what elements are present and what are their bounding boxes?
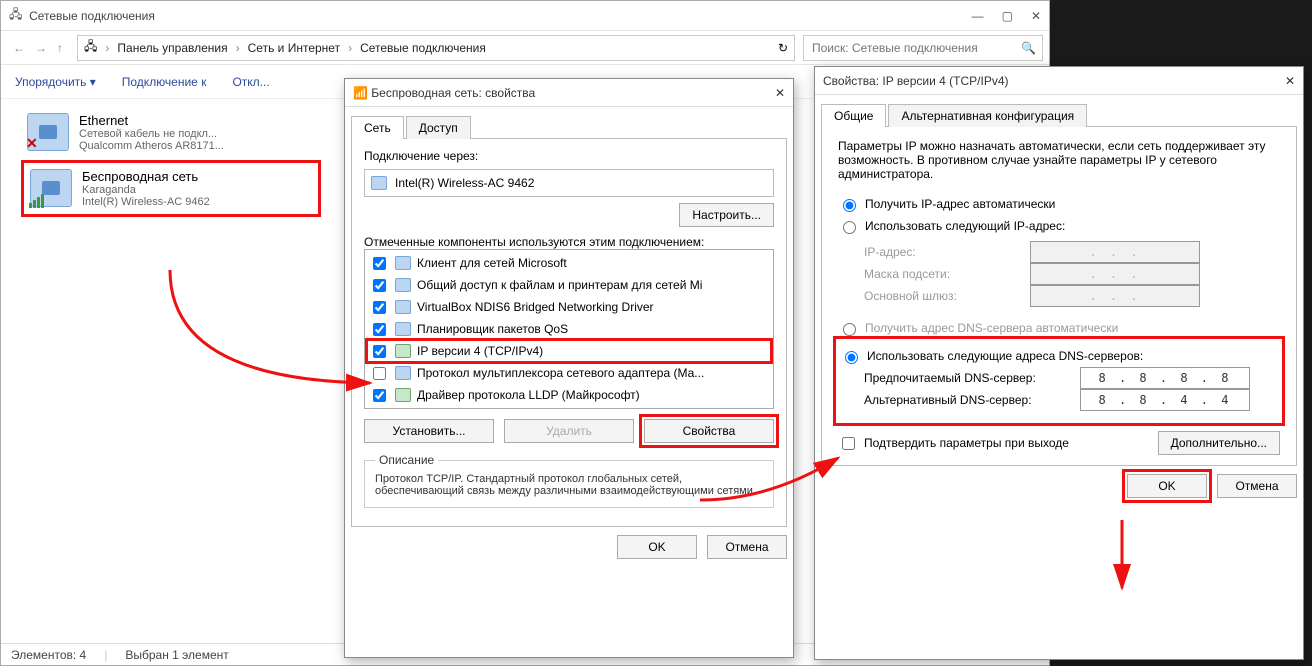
close-button[interactable]: ✕ bbox=[775, 86, 785, 100]
cancel-button[interactable]: Отмена bbox=[1217, 474, 1297, 498]
tab-content: Параметры IP можно назначать автоматичес… bbox=[821, 127, 1297, 466]
subnet-mask-label: Маска подсети: bbox=[864, 263, 1024, 285]
confirm-checkbox[interactable] bbox=[842, 437, 855, 450]
crumb-connections[interactable]: Сетевые подключения bbox=[360, 41, 486, 55]
dns-manual-radio[interactable] bbox=[845, 351, 858, 364]
properties-button[interactable]: Свойства bbox=[644, 419, 774, 443]
tab-bar: Сеть Доступ bbox=[351, 115, 787, 139]
connection-name: Беспроводная сеть bbox=[82, 169, 210, 184]
list-item-ipv4[interactable]: IP версии 4 (TCP/IPv4) bbox=[367, 340, 771, 362]
ethernet-icon: ✕ bbox=[27, 113, 69, 151]
connection-adapter: Intel(R) Wireless-AC 9462 bbox=[82, 196, 210, 208]
connection-name: Ethernet bbox=[79, 113, 224, 128]
close-button[interactable]: ✕ bbox=[1285, 74, 1295, 88]
list-item[interactable]: Протокол мультиплексора сетевого адаптер… bbox=[367, 362, 771, 384]
alt-dns-label: Альтернативный DNS-сервер: bbox=[864, 389, 1074, 411]
description-group: Описание Протокол TCP/IP. Стандартный пр… bbox=[364, 453, 774, 508]
breadcrumb[interactable]: 🖧 › Панель управления › Сеть и Интернет … bbox=[77, 35, 795, 61]
ip-address-field: . . . bbox=[1030, 241, 1200, 263]
search-box[interactable]: 🔍 bbox=[803, 35, 1043, 61]
dialog-title: Беспроводная сеть: свойства bbox=[371, 86, 535, 100]
tab-alternative[interactable]: Альтернативная конфигурация bbox=[888, 104, 1087, 127]
list-item[interactable]: VirtualBox NDIS6 Bridged Networking Driv… bbox=[367, 296, 771, 318]
item-count: Элементов: 4 bbox=[11, 648, 86, 662]
ip-address-label: IP-адрес: bbox=[864, 241, 1024, 263]
address-bar: ← → ↑ 🖧 › Панель управления › Сеть и Инт… bbox=[1, 31, 1049, 65]
list-item[interactable]: Планировщик пакетов QoS bbox=[367, 318, 771, 340]
crumb-network[interactable]: Сеть и Интернет bbox=[248, 41, 340, 55]
connection-ethernet[interactable]: ✕ Ethernet Сетевой кабель не подкл... Qu… bbox=[21, 107, 321, 158]
list-item[interactable]: Общий доступ к файлам и принтерам для се… bbox=[367, 274, 771, 296]
crumb-control-panel[interactable]: Панель управления bbox=[117, 41, 227, 55]
organize-menu[interactable]: Упорядочить ▾ bbox=[15, 75, 96, 89]
minimize-button[interactable]: — bbox=[972, 9, 984, 23]
explorer-titlebar: 🖧 Сетевые подключения — ▢ ✕ bbox=[1, 1, 1049, 31]
dns-auto-radio[interactable] bbox=[843, 323, 856, 336]
adapter-name: Intel(R) Wireless-AC 9462 bbox=[395, 176, 534, 190]
dialog-titlebar: 📶 Беспроводная сеть: свойства ✕ bbox=[345, 79, 793, 107]
ip-auto-radio[interactable] bbox=[843, 199, 856, 212]
advanced-button[interactable]: Дополнительно... bbox=[1158, 431, 1280, 455]
ok-button[interactable]: OK bbox=[1127, 474, 1207, 498]
subnet-mask-field: . . . bbox=[1030, 263, 1200, 285]
dialog-title: Свойства: IP версии 4 (TCP/IPv4) bbox=[823, 74, 1009, 88]
connection-wireless[interactable]: Беспроводная сеть Karaganda Intel(R) Wir… bbox=[21, 160, 321, 217]
ok-button[interactable]: OK bbox=[617, 535, 697, 559]
tab-content: Подключение через: Intel(R) Wireless-AC … bbox=[351, 139, 787, 527]
gateway-label: Основной шлюз: bbox=[864, 285, 1024, 307]
tab-bar: Общие Альтернативная конфигурация bbox=[821, 103, 1297, 127]
connect-menu[interactable]: Подключение к bbox=[122, 75, 207, 89]
ipv4-properties-dialog: Свойства: IP версии 4 (TCP/IPv4) ✕ Общие… bbox=[814, 66, 1304, 660]
cancel-button[interactable]: Отмена bbox=[707, 535, 787, 559]
ip-manual-radio[interactable] bbox=[843, 221, 856, 234]
network-icon: 🖧 bbox=[9, 5, 29, 26]
dialog-titlebar: Свойства: IP версии 4 (TCP/IPv4) ✕ bbox=[815, 67, 1303, 95]
tab-network[interactable]: Сеть bbox=[351, 116, 404, 139]
gateway-field: . . . bbox=[1030, 285, 1200, 307]
list-item[interactable]: Драйвер протокола LLDP (Майкрософт) bbox=[367, 384, 771, 406]
components-list[interactable]: Клиент для сетей Microsoft Общий доступ … bbox=[364, 249, 774, 409]
description-label: Описание bbox=[375, 453, 438, 467]
wifi-icon: 📶 bbox=[353, 86, 371, 100]
adapter-box: Intel(R) Wireless-AC 9462 bbox=[364, 169, 774, 197]
remove-button[interactable]: Удалить bbox=[504, 419, 634, 443]
disable-menu[interactable]: Откл... bbox=[232, 75, 269, 89]
wireless-properties-dialog: 📶 Беспроводная сеть: свойства ✕ Сеть Дос… bbox=[344, 78, 794, 658]
maximize-button[interactable]: ▢ bbox=[1002, 9, 1013, 23]
refresh-button[interactable]: ↻ bbox=[778, 41, 788, 55]
configure-button[interactable]: Настроить... bbox=[679, 203, 774, 227]
pref-dns-label: Предпочитаемый DNS-сервер: bbox=[864, 367, 1074, 389]
back-button[interactable]: ← bbox=[13, 41, 25, 55]
connection-adapter: Qualcomm Atheros AR8171... bbox=[79, 140, 224, 152]
tab-general[interactable]: Общие bbox=[821, 104, 886, 127]
components-label: Отмеченные компоненты используются этим … bbox=[364, 235, 774, 249]
up-button[interactable]: ↑ bbox=[57, 41, 63, 55]
network-icon: 🖧 bbox=[84, 37, 97, 58]
dns-manual-group: Использовать следующие адреса DNS-сервер… bbox=[838, 341, 1280, 421]
search-input[interactable] bbox=[810, 40, 1021, 56]
close-button[interactable]: ✕ bbox=[1031, 9, 1041, 23]
connection-status: Сетевой кабель не подкл... bbox=[79, 128, 224, 140]
install-button[interactable]: Установить... bbox=[364, 419, 494, 443]
wifi-icon bbox=[30, 169, 72, 207]
description-text: Протокол TCP/IP. Стандартный протокол гл… bbox=[375, 473, 763, 497]
confirm-label: Подтвердить параметры при выходе bbox=[864, 432, 1069, 454]
connection-ssid: Karaganda bbox=[82, 184, 210, 196]
intro-text: Параметры IP можно назначать автоматичес… bbox=[838, 139, 1280, 181]
alt-dns-field[interactable]: 8 . 8 . 4 . 4 bbox=[1080, 389, 1250, 411]
tab-sharing[interactable]: Доступ bbox=[406, 116, 471, 139]
search-icon[interactable]: 🔍 bbox=[1021, 41, 1036, 55]
pref-dns-field[interactable]: 8 . 8 . 8 . 8 bbox=[1080, 367, 1250, 389]
connect-via-label: Подключение через: bbox=[364, 149, 774, 163]
selected-count: Выбран 1 элемент bbox=[125, 648, 228, 662]
forward-button[interactable]: → bbox=[35, 41, 47, 55]
window-title: Сетевые подключения bbox=[29, 9, 155, 23]
adapter-icon bbox=[371, 176, 387, 190]
list-item[interactable]: Клиент для сетей Microsoft bbox=[367, 252, 771, 274]
chevron-right-icon: › bbox=[105, 41, 109, 55]
